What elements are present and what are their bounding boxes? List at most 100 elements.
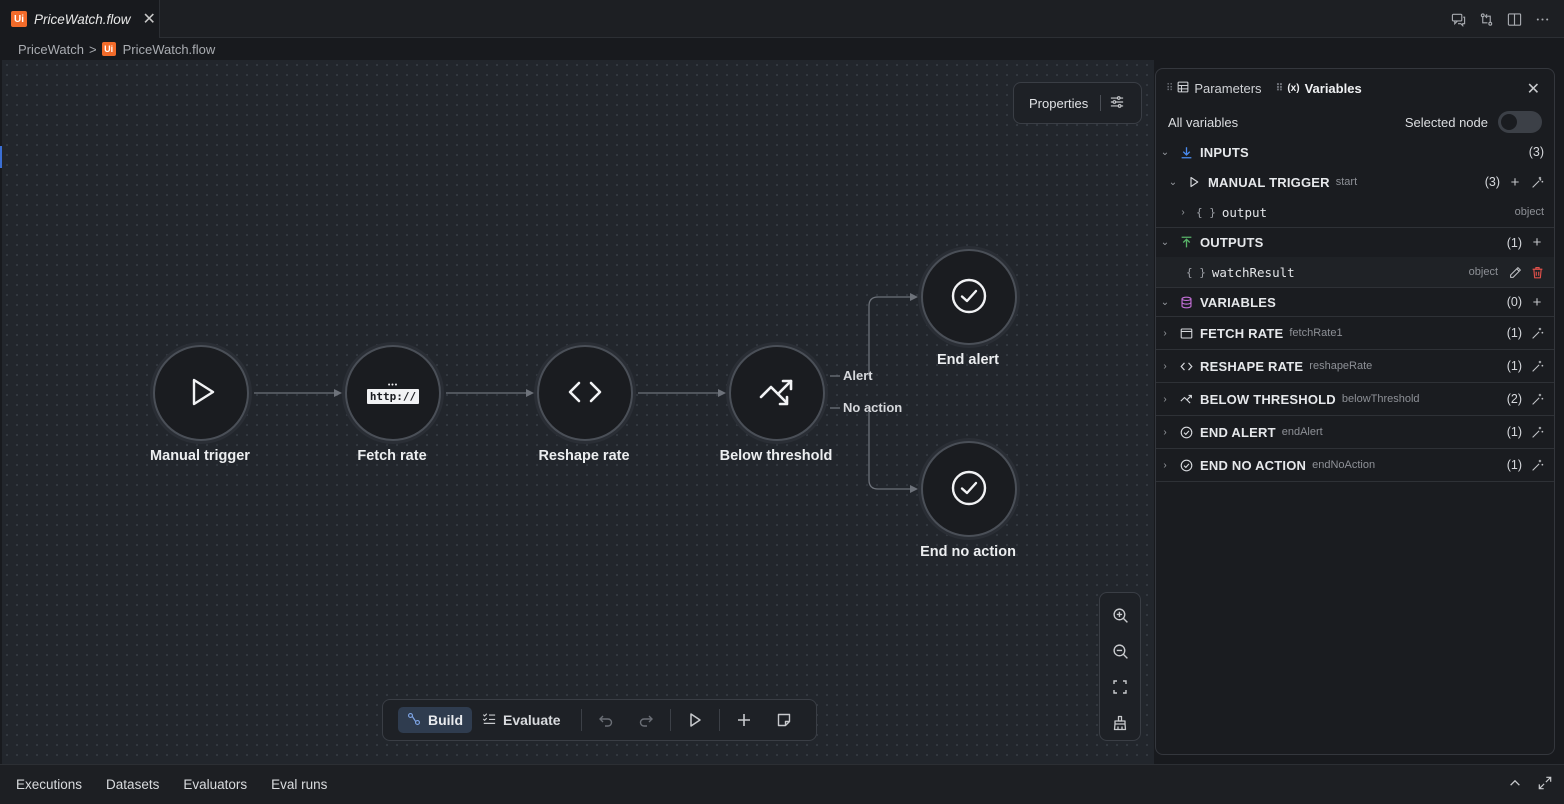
magic-wand-icon[interactable] <box>1530 459 1544 472</box>
magic-wand-icon[interactable] <box>1530 426 1544 439</box>
tab-eval-runs[interactable]: Eval runs <box>271 777 327 792</box>
compare-changes-icon[interactable] <box>1478 11 1494 27</box>
divider <box>718 709 720 731</box>
divider <box>669 709 671 731</box>
tab-parameters[interactable]: ⠿ Parameters <box>1166 81 1262 96</box>
node-end-no-action[interactable] <box>921 441 1017 537</box>
edge-label-no-action: No action <box>843 400 903 415</box>
run-icon[interactable] <box>681 706 709 734</box>
group-fetch-rate-label: FETCH RATE <box>1200 325 1284 341</box>
play-icon <box>183 374 219 413</box>
section-inputs-label: INPUTS <box>1200 144 1249 160</box>
magic-wand-icon[interactable] <box>1530 327 1544 340</box>
panel-tabs: ⠿ Parameters ⠿ (x) Variables <box>1156 69 1554 107</box>
group-below-threshold[interactable]: › BELOW THRESHOLD belowThreshold (2) <box>1156 382 1554 415</box>
delete-trash-icon[interactable] <box>1530 266 1544 279</box>
breadcrumb-file[interactable]: PriceWatch.flow <box>123 42 216 57</box>
group-fetch-rate[interactable]: › FETCH RATE fetchRate1 (1) <box>1156 316 1554 349</box>
chevron-up-icon[interactable] <box>1508 776 1522 793</box>
redo-icon[interactable] <box>632 706 660 734</box>
group-reshape-rate[interactable]: › RESHAPE RATE reshapeRate (1) <box>1156 349 1554 382</box>
breadcrumb-project[interactable]: PriceWatch <box>18 42 84 57</box>
node-end-alert[interactable] <box>921 249 1017 345</box>
variable-output-name: output <box>1221 204 1268 220</box>
node-label-fetch-rate: Fetch rate <box>357 448 427 464</box>
object-brace-icon: { } <box>1196 205 1216 219</box>
zoom-out-icon[interactable] <box>1108 638 1132 664</box>
more-actions-icon[interactable] <box>1534 11 1550 27</box>
node-fetch-rate[interactable]: ••• http:// <box>345 345 441 441</box>
tab-executions[interactable]: Executions <box>16 777 82 792</box>
object-brace-icon: { } <box>1186 265 1206 279</box>
edge-label-alert: Alert <box>843 368 873 383</box>
node-below-threshold[interactable] <box>729 345 825 441</box>
http-badge: http:// <box>366 388 420 404</box>
chat-icon[interactable] <box>1450 11 1466 27</box>
close-panel-icon[interactable]: ✕ <box>1527 79 1540 99</box>
divider <box>580 709 582 731</box>
checklist-icon <box>482 712 496 729</box>
magic-wand-icon[interactable] <box>1530 393 1544 406</box>
magic-wand-icon[interactable] <box>1530 176 1544 189</box>
edit-pencil-icon[interactable] <box>1508 266 1522 279</box>
add-icon[interactable]: + <box>1508 174 1522 191</box>
tab-parameters-label: Parameters <box>1194 80 1262 96</box>
bottom-panel-tabs: Executions Datasets Evaluators Eval runs <box>0 764 1564 804</box>
tab-evaluators[interactable]: Evaluators <box>183 777 247 792</box>
fit-view-icon[interactable] <box>1108 674 1132 700</box>
zoom-in-icon[interactable] <box>1108 602 1132 628</box>
editor-tab-pricewatch[interactable]: Ui PriceWatch.flow ✕ <box>0 0 160 38</box>
drag-handle-icon[interactable]: ⠿ <box>1166 83 1173 94</box>
section-outputs-count: (1) <box>1506 235 1522 250</box>
variable-output[interactable]: › { } output object <box>1156 197 1554 227</box>
section-outputs[interactable]: ⌄ OUTPUTS (1) + <box>1156 227 1554 257</box>
maximize-icon[interactable] <box>1538 776 1552 793</box>
node-manual-trigger[interactable] <box>153 345 249 441</box>
close-tab-icon[interactable]: ✕ <box>143 9 156 29</box>
branch-trend-icon <box>1178 393 1194 406</box>
check-circle-icon <box>1178 459 1194 472</box>
variable-output-type: object <box>1514 206 1544 218</box>
magic-wand-icon[interactable] <box>1530 360 1544 373</box>
group-fetch-rate-count: (1) <box>1506 326 1522 340</box>
node-reshape-rate[interactable] <box>537 345 633 441</box>
divider <box>1100 95 1102 111</box>
group-end-alert-id: endAlert <box>1281 426 1323 438</box>
group-fetch-rate-id: fetchRate1 <box>1289 327 1343 339</box>
split-editor-icon[interactable] <box>1506 11 1522 27</box>
group-end-no-action[interactable]: › END NO ACTION endNoAction (1) <box>1156 448 1554 481</box>
chevron-right-icon: › <box>1163 426 1167 438</box>
variable-watch-result-type: object <box>1468 266 1498 278</box>
selected-node-toggle[interactable] <box>1498 111 1542 133</box>
canvas-toolbar: Build Evaluate <box>382 699 817 741</box>
variable-watch-result-name: watchResult <box>1211 264 1295 280</box>
section-inputs[interactable]: ⌄ INPUTS (3) <box>1156 137 1554 167</box>
tab-datasets[interactable]: Datasets <box>106 777 159 792</box>
chevron-down-icon: ⌄ <box>1160 296 1170 308</box>
add-icon[interactable]: + <box>1530 234 1544 251</box>
code-icon <box>1178 360 1194 373</box>
add-icon[interactable]: + <box>1530 294 1544 311</box>
add-node-icon[interactable] <box>730 706 758 734</box>
check-circle-icon <box>949 276 989 319</box>
chevron-right-icon: › <box>1163 459 1167 471</box>
check-circle-icon <box>949 468 989 511</box>
group-end-alert[interactable]: › END ALERT endAlert (1) <box>1156 415 1554 448</box>
build-mode-button[interactable]: Build <box>398 707 472 733</box>
drag-handle-icon[interactable]: ⠿ <box>1276 83 1284 94</box>
sticky-note-icon[interactable] <box>770 706 798 734</box>
section-variables[interactable]: ⌄ VARIABLES (0) + <box>1156 287 1554 316</box>
editor-tab-bar: Ui PriceWatch.flow ✕ <box>0 0 1564 38</box>
properties-button[interactable]: Properties <box>1013 82 1142 124</box>
bottom-panel-actions <box>1508 776 1552 793</box>
group-manual-trigger[interactable]: ⌄ MANUAL TRIGGER start (3) + <box>1156 167 1554 197</box>
variable-watch-result[interactable]: { } watchResult object <box>1156 257 1554 287</box>
chevron-right-icon: › <box>1163 360 1167 372</box>
section-variables-label: VARIABLES <box>1200 294 1276 310</box>
variable-x-icon: (x) <box>1287 82 1300 94</box>
undo-icon[interactable] <box>592 706 620 734</box>
all-variables-label: All variables <box>1168 114 1239 130</box>
tidy-up-broom-icon[interactable] <box>1108 710 1132 736</box>
evaluate-mode-button[interactable]: Evaluate <box>472 712 571 729</box>
tab-variables[interactable]: ⠿ (x) Variables <box>1276 81 1362 96</box>
